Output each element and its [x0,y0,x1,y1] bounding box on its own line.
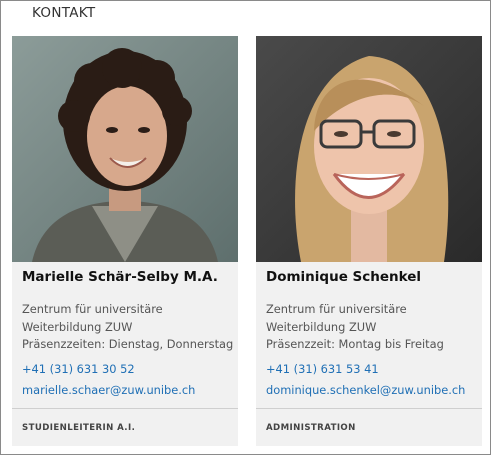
email-link[interactable]: marielle.schaer@zuw.unibe.ch [22,383,195,397]
office-hours: Präsenzzeit: Montag bis Freitag [266,337,444,351]
phone-link[interactable]: +41 (31) 631 53 41 [266,362,379,376]
section-title: KONTAKT [32,5,96,21]
contact-organization: Zentrum für universitäre Weiterbildung Z… [22,301,233,354]
contact-photo [12,36,238,262]
office-hours: Präsenzzeiten: Dienstag, Donnerstag [22,337,234,351]
org-line: Weiterbildung ZUW [266,319,377,334]
divider [12,408,238,409]
phone-link[interactable]: +41 (31) 631 30 52 [22,362,135,376]
contact-photo [256,36,482,262]
contact-name: Dominique Schenkel [266,269,422,285]
contact-role: STUDIENLEITERIN A.I. [22,423,136,433]
contact-role: ADMINISTRATION [266,423,356,433]
email-link[interactable]: dominique.schenkel@zuw.unibe.ch [266,383,465,397]
contact-section: KONTAKT Marielle Schär-Selby M.A. Zentru… [0,0,491,455]
org-line: Zentrum für universitäre [266,302,407,316]
contact-card: Marielle Schär-Selby M.A. Zentrum für un… [12,36,238,446]
contact-name: Marielle Schär-Selby M.A. [22,269,218,285]
divider [256,408,482,409]
contact-card: Dominique Schenkel Zentrum für universit… [256,36,482,446]
contact-organization: Zentrum für universitäre Weiterbildung Z… [266,301,444,354]
org-line: Weiterbildung ZUW [22,319,133,334]
org-line: Zentrum für universitäre [22,302,163,316]
